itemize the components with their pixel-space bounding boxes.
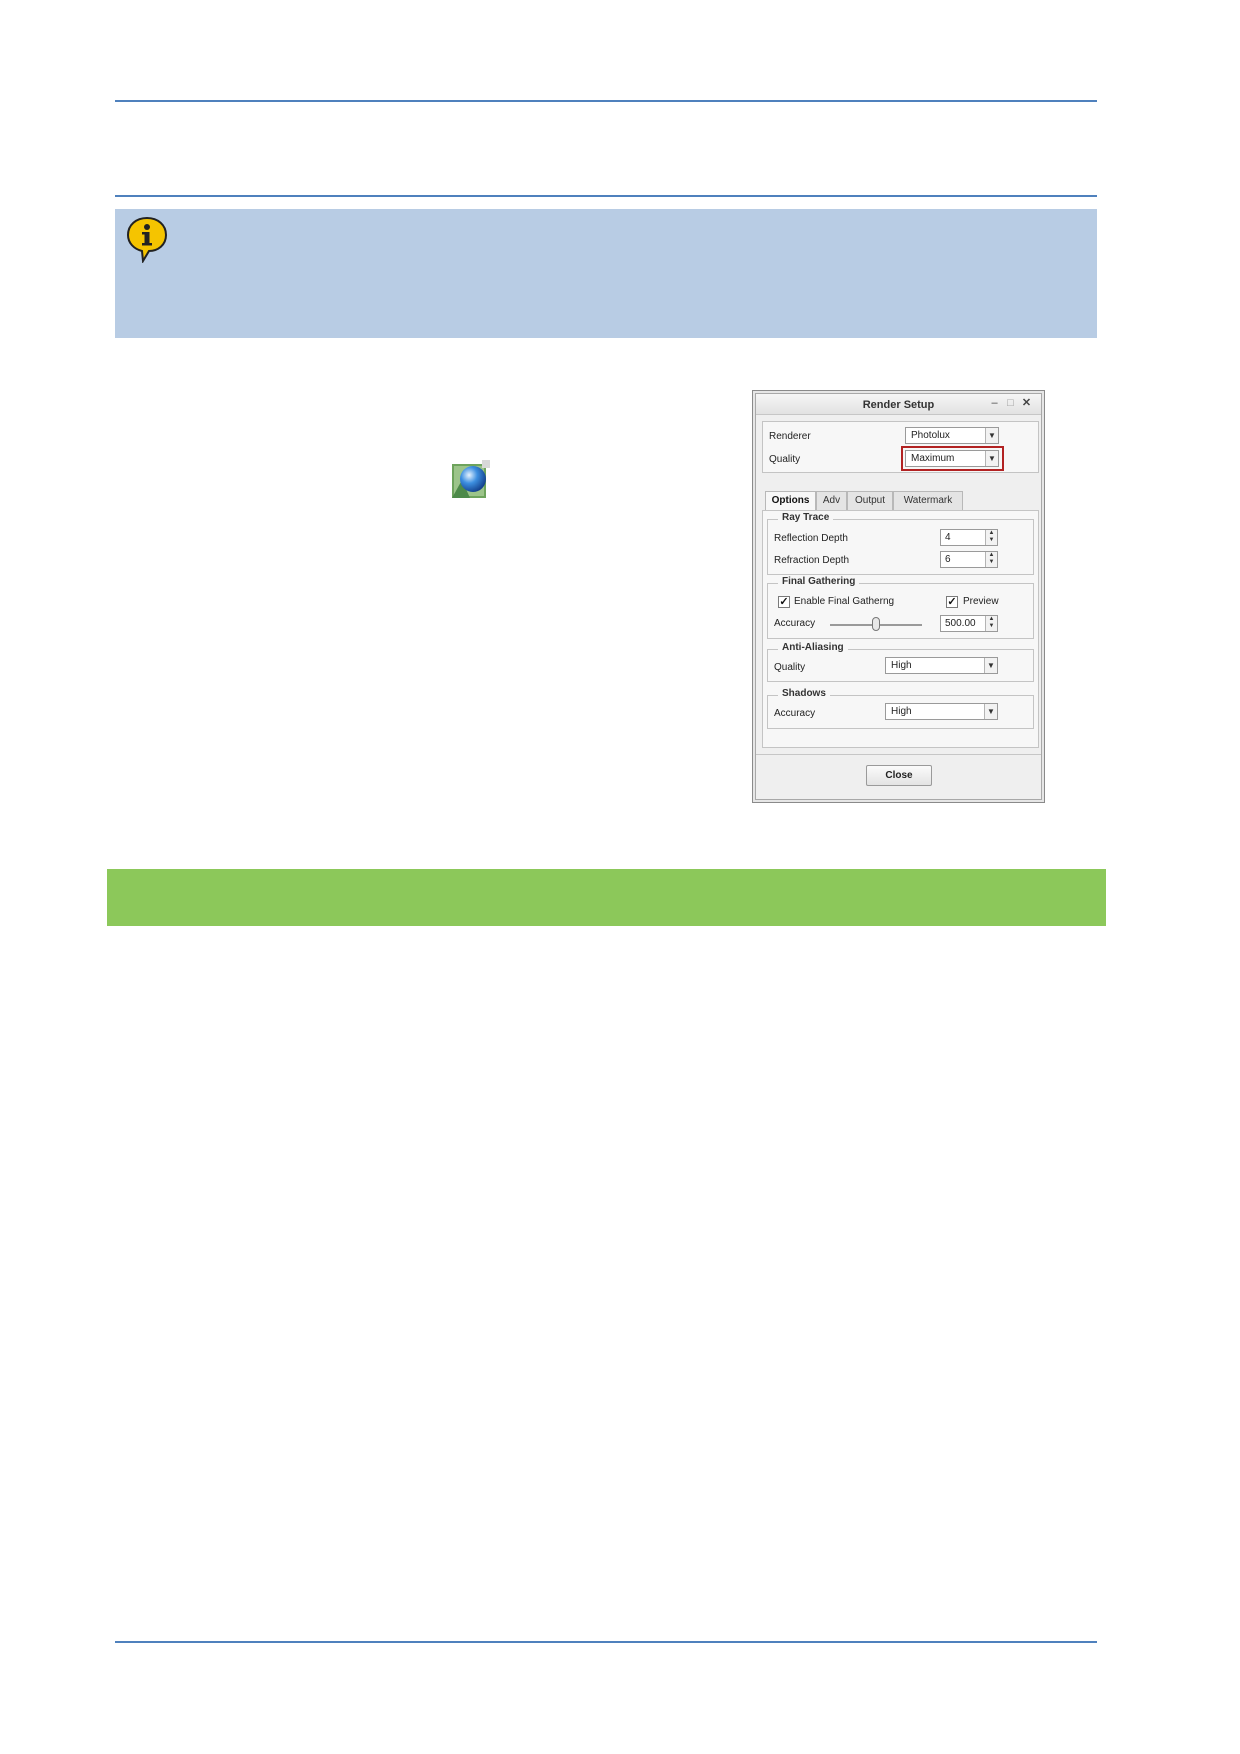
dialog-titlebar[interactable]: Render Setup – □ ✕ bbox=[756, 394, 1041, 415]
ray-trace-group: Ray Trace Reflection Depth 4 ▲ ▼ Refracti… bbox=[767, 512, 1034, 575]
renderer-label: Renderer bbox=[769, 431, 811, 442]
check-icon: ✓ bbox=[947, 596, 957, 608]
refraction-depth-stepper[interactable]: 6 ▲ ▼ bbox=[940, 551, 998, 568]
quality-select[interactable]: Maximum ▼ bbox=[905, 450, 999, 467]
final-gathering-title: Final Gathering bbox=[778, 576, 860, 587]
accuracy-label: Accuracy bbox=[774, 618, 816, 629]
shadows-accuracy-select[interactable]: High ▼ bbox=[885, 703, 998, 720]
spin-up-icon[interactable]: ▲ bbox=[986, 552, 997, 559]
ray-trace-title: Ray Trace bbox=[778, 512, 834, 523]
chevron-down-icon: ▼ bbox=[984, 658, 997, 673]
spin-down-icon[interactable]: ▼ bbox=[986, 537, 997, 544]
check-icon: ✓ bbox=[779, 596, 789, 608]
enable-final-gathering-checkbox[interactable]: ✓ bbox=[778, 596, 790, 608]
chevron-down-icon: ▼ bbox=[985, 451, 998, 466]
header-rule bbox=[115, 100, 1097, 102]
reflection-depth-label: Reflection Depth bbox=[774, 533, 848, 544]
shadows-group: Shadows Accuracy High ▼ bbox=[767, 688, 1034, 729]
renderer-panel: Renderer Photolux ▼ Quality Maximum ▼ bbox=[762, 421, 1039, 473]
spin-up-icon[interactable]: ▲ bbox=[986, 530, 997, 537]
section-rule bbox=[115, 195, 1097, 197]
anti-aliasing-title: Anti-Aliasing bbox=[778, 642, 848, 653]
footer-rule bbox=[115, 1641, 1097, 1643]
render-icon bbox=[452, 460, 490, 498]
render-setup-dialog: Render Setup – □ ✕ Renderer Photolux ▼ Q… bbox=[752, 390, 1045, 803]
info-callout bbox=[115, 209, 1097, 338]
preview-label: Preview bbox=[963, 596, 999, 607]
refraction-depth-label: Refraction Depth bbox=[774, 555, 850, 566]
shadows-accuracy-value: High bbox=[891, 706, 912, 717]
shadows-accuracy-label: Accuracy bbox=[774, 708, 816, 719]
renderer-select[interactable]: Photolux ▼ bbox=[905, 427, 999, 444]
tab-adv[interactable]: Adv bbox=[816, 491, 847, 510]
aa-quality-select[interactable]: High ▼ bbox=[885, 657, 998, 674]
section-header-bar bbox=[107, 869, 1106, 926]
options-panel: Ray Trace Reflection Depth 4 ▲ ▼ Refracti… bbox=[762, 510, 1039, 748]
tab-options[interactable]: Options bbox=[765, 491, 816, 511]
reflection-depth-stepper[interactable]: 4 ▲ ▼ bbox=[940, 529, 998, 546]
reflection-depth-value: 4 bbox=[945, 532, 951, 543]
spin-down-icon[interactable]: ▼ bbox=[986, 623, 997, 630]
minimize-icon[interactable]: – bbox=[988, 397, 1001, 410]
close-icon[interactable]: ✕ bbox=[1020, 397, 1033, 410]
chevron-down-icon: ▼ bbox=[984, 704, 997, 719]
close-button[interactable]: Close bbox=[866, 765, 932, 786]
anti-aliasing-group: Anti-Aliasing Quality High ▼ bbox=[767, 642, 1034, 682]
chevron-down-icon: ▼ bbox=[985, 428, 998, 443]
aa-quality-value: High bbox=[891, 660, 912, 671]
accuracy-value: 500.00 bbox=[945, 618, 976, 629]
tab-watermark[interactable]: Watermark bbox=[893, 491, 963, 510]
refraction-depth-value: 6 bbox=[945, 554, 951, 565]
enable-final-gathering-label: Enable Final Gatherng bbox=[794, 596, 895, 607]
info-icon bbox=[126, 216, 168, 263]
accuracy-slider-thumb[interactable] bbox=[872, 617, 880, 631]
tab-output[interactable]: Output bbox=[847, 491, 893, 510]
accuracy-stepper[interactable]: 500.00 ▲ ▼ bbox=[940, 615, 998, 632]
final-gathering-group: Final Gathering ✓ Enable Final Gatherng … bbox=[767, 576, 1034, 639]
aa-quality-label: Quality bbox=[774, 662, 806, 673]
renderer-value: Photolux bbox=[911, 430, 950, 441]
spin-up-icon[interactable]: ▲ bbox=[986, 616, 997, 623]
quality-label: Quality bbox=[769, 454, 801, 465]
quality-value: Maximum bbox=[911, 453, 955, 464]
shadows-title: Shadows bbox=[778, 688, 830, 699]
dialog-footer: Close bbox=[756, 754, 1041, 799]
preview-checkbox[interactable]: ✓ bbox=[946, 596, 958, 608]
maximize-icon[interactable]: □ bbox=[1004, 397, 1017, 410]
spin-down-icon[interactable]: ▼ bbox=[986, 559, 997, 566]
